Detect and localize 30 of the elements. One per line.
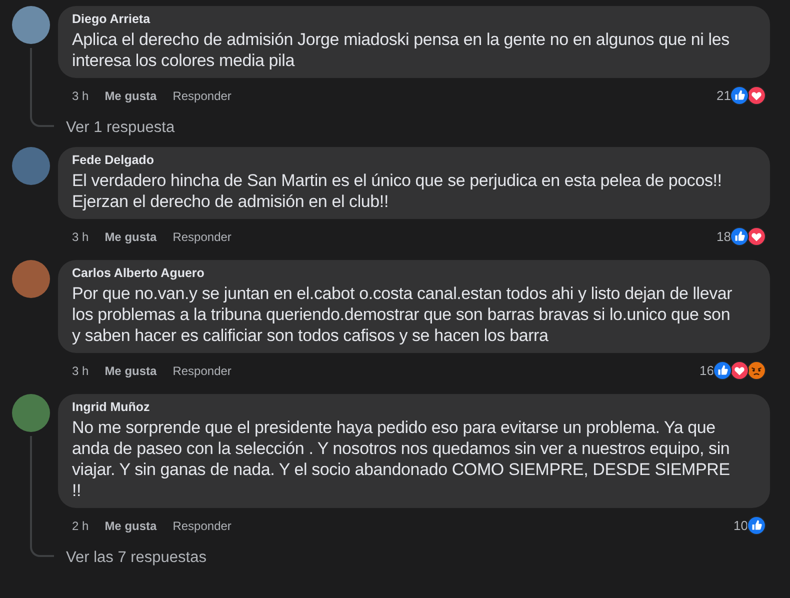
like-button[interactable]: Me gusta (104, 230, 157, 244)
author-name[interactable]: Carlos Alberto Aguero (72, 266, 740, 281)
timestamp[interactable]: 3 h (72, 88, 89, 102)
author-name[interactable]: Ingrid Muñoz (72, 400, 740, 415)
reaction-count[interactable]: 10 (734, 518, 748, 533)
timestamp[interactable]: 3 h (72, 230, 89, 244)
view-replies-link[interactable]: Ver las 7 respuestas (58, 549, 206, 567)
avatar[interactable] (12, 6, 50, 44)
reply-button[interactable]: Responder (172, 518, 232, 532)
comment-text: No me sorprende que el presidente haya pedido eso para evitarse un problema. Ya que anda de paseo con la selección . Y nosotros nos quedamos sin ver a nuestros equipo, sin viajar. Y sin ganas de nada. Y el socio abandonado COMO SIEMPRE, DESDE SIEMPRE !! (72, 417, 731, 501)
like-button[interactable]: Me gusta (104, 518, 157, 532)
timestamp[interactable]: 3 h (72, 364, 89, 378)
reply-button[interactable]: Responder (172, 88, 232, 102)
timestamp[interactable]: 2 h (72, 518, 89, 532)
reply-button[interactable]: Responder (172, 364, 232, 378)
like-button[interactable]: Me gusta (104, 88, 157, 102)
avatar[interactable] (12, 260, 50, 298)
comment-text: Por que no.van.y se juntan en el.cabot o.costa canal.estan todos ahi y listo dejan de llevar los problemas a la tribuna queriendo.demostrar que son barras bravas si lo.unico que son y saben hacer es calificiar son todos cafisos y se hacen los barra (72, 283, 734, 346)
author-name[interactable]: Diego Arrieta (72, 12, 740, 27)
author-name[interactable]: Fede Delgado (72, 153, 740, 168)
comment-text: Aplica el derecho de admisión Jorge miadoski pensa en la gente no en algunos que ni les interesa los colores media pila (72, 29, 730, 71)
reaction-count[interactable]: 18 (716, 229, 731, 244)
reaction-count[interactable]: 16 (700, 363, 714, 378)
view-replies-link[interactable]: Ver 1 respuesta (58, 119, 175, 137)
avatar[interactable] (12, 147, 50, 185)
avatar[interactable] (12, 394, 50, 432)
like-button[interactable]: Me gusta (104, 364, 157, 378)
reaction-count[interactable]: 21 (716, 88, 731, 103)
comment-text: El verdadero hincha de San Martin es el único que se perjudica en esta pelea de pocos!! Ejerzan el derecho de admisión en el club!! (72, 170, 723, 212)
reply-button[interactable]: Responder (172, 230, 232, 244)
